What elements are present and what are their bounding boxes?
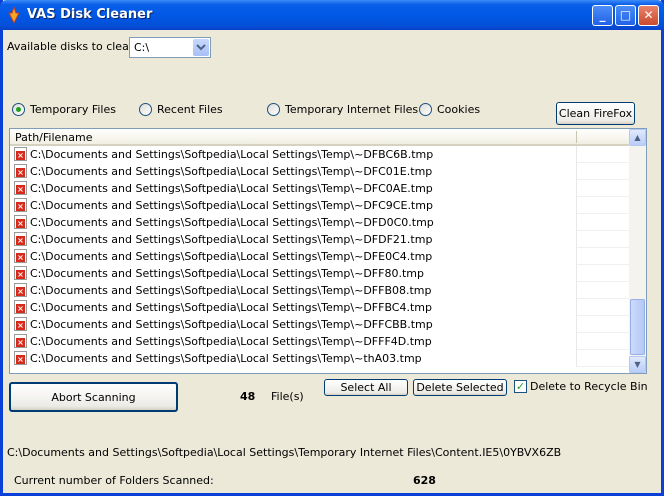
chevron-down-icon bbox=[196, 44, 206, 51]
broom-icon bbox=[8, 7, 20, 23]
list-item[interactable]: × C:\Documents and Settings\Softpedia\Loc… bbox=[10, 163, 630, 180]
delete-file-icon: × bbox=[14, 232, 27, 246]
file-path: C:\Documents and Settings\Softpedia\Loca… bbox=[30, 182, 433, 195]
check-icon: ✓ bbox=[515, 380, 526, 393]
list-cell bbox=[576, 333, 630, 350]
list-cell bbox=[576, 146, 630, 163]
list-cell bbox=[576, 350, 630, 367]
vertical-scrollbar[interactable]: ▲ ▼ bbox=[629, 129, 646, 373]
list-rows: × C:\Documents and Settings\Softpedia\Loc… bbox=[10, 146, 630, 367]
disk-select-value: C:\ bbox=[134, 41, 150, 54]
file-path: C:\Documents and Settings\Softpedia\Loca… bbox=[30, 148, 434, 161]
list-cell bbox=[576, 316, 630, 333]
radio-label: Temporary Files bbox=[30, 103, 116, 116]
recycle-bin-checkbox[interactable]: ✓ bbox=[514, 380, 527, 393]
file-path: C:\Documents and Settings\Softpedia\Loca… bbox=[30, 267, 424, 280]
file-path: C:\Documents and Settings\Softpedia\Loca… bbox=[30, 165, 433, 178]
delete-file-icon: × bbox=[14, 249, 27, 263]
file-path: C:\Documents and Settings\Softpedia\Loca… bbox=[30, 318, 433, 331]
title-bar[interactable]: VAS Disk Cleaner _ □ ✕ bbox=[0, 0, 664, 30]
disk-select[interactable]: C:\ bbox=[129, 37, 211, 58]
file-path: C:\Documents and Settings\Softpedia\Loca… bbox=[30, 284, 432, 297]
recycle-bin-label: Delete to Recycle Bin bbox=[530, 380, 648, 393]
list-cell bbox=[576, 248, 630, 265]
radio-dot-icon bbox=[12, 103, 25, 116]
delete-file-icon: × bbox=[14, 147, 27, 161]
list-item[interactable]: × C:\Documents and Settings\Softpedia\Loc… bbox=[10, 180, 630, 197]
file-path: C:\Documents and Settings\Softpedia\Loca… bbox=[30, 199, 433, 212]
radio-recent-files[interactable]: Recent Files bbox=[139, 103, 223, 116]
radio-dot-icon bbox=[267, 103, 280, 116]
list-item[interactable]: × C:\Documents and Settings\Softpedia\Loc… bbox=[10, 265, 630, 282]
radio-dot-icon bbox=[419, 103, 432, 116]
list-cell bbox=[576, 265, 630, 282]
dropdown-arrow-button[interactable] bbox=[193, 39, 209, 56]
maximize-button[interactable]: □ bbox=[615, 5, 636, 26]
current-path-text: C:\Documents and Settings\Softpedia\Loca… bbox=[7, 446, 562, 459]
file-path: C:\Documents and Settings\Softpedia\Loca… bbox=[30, 301, 432, 314]
scroll-up-button[interactable]: ▲ bbox=[629, 129, 646, 146]
delete-file-icon: × bbox=[14, 300, 27, 314]
file-path: C:\Documents and Settings\Softpedia\Loca… bbox=[30, 233, 433, 246]
delete-file-icon: × bbox=[14, 198, 27, 212]
app-window: VAS Disk Cleaner _ □ ✕ Available disks t… bbox=[0, 0, 664, 496]
delete-file-icon: × bbox=[14, 283, 27, 297]
list-item[interactable]: × C:\Documents and Settings\Softpedia\Loc… bbox=[10, 350, 630, 367]
radio-temporary-internet-files[interactable]: Temporary Internet Files bbox=[267, 103, 418, 116]
list-item[interactable]: × C:\Documents and Settings\Softpedia\Loc… bbox=[10, 248, 630, 265]
delete-file-icon: × bbox=[14, 334, 27, 348]
list-cell bbox=[576, 282, 630, 299]
list-item[interactable]: × C:\Documents and Settings\Softpedia\Loc… bbox=[10, 299, 630, 316]
list-cell bbox=[576, 214, 630, 231]
clean-firefox-button[interactable]: Clean FireFox bbox=[556, 102, 635, 125]
list-cell bbox=[576, 180, 630, 197]
folders-scanned-label: Current number of Folders Scanned: bbox=[14, 474, 214, 487]
list-item[interactable]: × C:\Documents and Settings\Softpedia\Loc… bbox=[10, 214, 630, 231]
files-count: 48 bbox=[240, 390, 256, 403]
delete-selected-button[interactable]: Delete Selected bbox=[413, 379, 507, 396]
files-unit-label: File(s) bbox=[271, 390, 304, 403]
list-item[interactable]: × C:\Documents and Settings\Softpedia\Loc… bbox=[10, 197, 630, 214]
window-title: VAS Disk Cleaner bbox=[27, 7, 153, 22]
delete-file-icon: × bbox=[14, 266, 27, 280]
list-cell bbox=[576, 299, 630, 316]
disks-label: Available disks to clean: bbox=[7, 40, 140, 53]
radio-temporary-files[interactable]: Temporary Files bbox=[12, 103, 116, 116]
column-header-path[interactable]: Path/Filename bbox=[15, 131, 92, 144]
column-divider bbox=[576, 131, 577, 143]
radio-label: Cookies bbox=[437, 103, 481, 116]
scroll-thumb[interactable] bbox=[630, 299, 645, 355]
list-item[interactable]: × C:\Documents and Settings\Softpedia\Loc… bbox=[10, 282, 630, 299]
abort-scanning-button[interactable]: Abort Scanning bbox=[9, 382, 178, 412]
delete-file-icon: × bbox=[14, 215, 27, 229]
file-path: C:\Documents and Settings\Softpedia\Loca… bbox=[30, 216, 434, 229]
delete-file-icon: × bbox=[14, 181, 27, 195]
radio-cookies[interactable]: Cookies bbox=[419, 103, 480, 116]
minimize-button[interactable]: _ bbox=[592, 5, 613, 26]
file-list[interactable]: Path/Filename × C:\Documents and Settings… bbox=[9, 128, 647, 374]
scroll-down-button[interactable]: ▼ bbox=[629, 356, 646, 373]
delete-file-icon: × bbox=[14, 317, 27, 331]
folders-scanned-count: 628 bbox=[413, 474, 436, 487]
list-item[interactable]: × C:\Documents and Settings\Softpedia\Loc… bbox=[10, 333, 630, 350]
radio-label: Temporary Internet Files bbox=[285, 103, 419, 116]
delete-file-icon: × bbox=[14, 351, 27, 365]
select-all-button[interactable]: Select All bbox=[324, 379, 408, 396]
list-cell bbox=[576, 163, 630, 180]
list-item[interactable]: × C:\Documents and Settings\Softpedia\Loc… bbox=[10, 316, 630, 333]
radio-label: Recent Files bbox=[157, 103, 223, 116]
list-header[interactable]: Path/Filename bbox=[10, 129, 630, 146]
list-cell bbox=[576, 197, 630, 214]
file-path: C:\Documents and Settings\Softpedia\Loca… bbox=[30, 335, 432, 348]
close-button[interactable]: ✕ bbox=[638, 5, 659, 26]
list-item[interactable]: × C:\Documents and Settings\Softpedia\Loc… bbox=[10, 146, 630, 163]
radio-dot-icon bbox=[139, 103, 152, 116]
file-path: C:\Documents and Settings\Softpedia\Loca… bbox=[30, 352, 422, 365]
file-path: C:\Documents and Settings\Softpedia\Loca… bbox=[30, 250, 433, 263]
list-item[interactable]: × C:\Documents and Settings\Softpedia\Loc… bbox=[10, 231, 630, 248]
list-cell bbox=[576, 231, 630, 248]
delete-file-icon: × bbox=[14, 164, 27, 178]
